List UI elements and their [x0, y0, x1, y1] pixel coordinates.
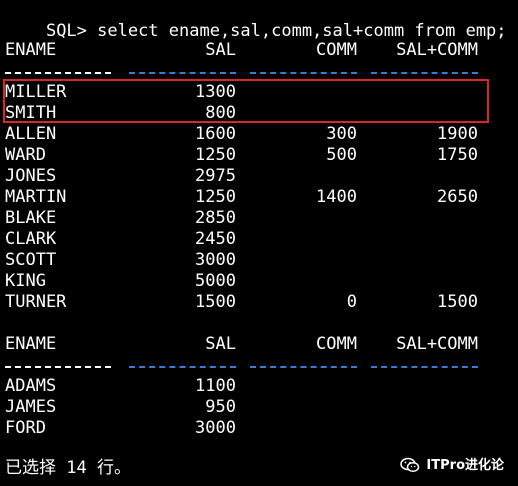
cell-sal-plus-comm: 1500 — [437, 292, 478, 312]
cell-sal-plus-comm: 1900 — [437, 124, 478, 144]
cell-sal: 1250 — [195, 145, 236, 165]
cell-ename: JONES — [5, 166, 57, 186]
separator-dashes — [129, 366, 236, 368]
rows-selected-status: 已选择 14 行。 — [5, 458, 131, 478]
highlight-box — [3, 79, 489, 123]
cell-sal: 3000 — [195, 418, 236, 438]
header-ename: ENAME — [5, 40, 57, 60]
cell-comm: 300 — [326, 124, 357, 144]
header-sal: SAL — [205, 334, 236, 354]
cell-sal: 1500 — [195, 292, 236, 312]
cell-ename: JAMES — [5, 397, 57, 417]
header-sal: SAL — [205, 40, 236, 60]
separator-dashes — [250, 366, 357, 368]
header-sal-plus-comm: SAL+COMM — [396, 40, 478, 60]
cell-sal: 1100 — [195, 376, 236, 396]
cell-sal: 1250 — [195, 187, 236, 207]
separator-dashes — [5, 72, 111, 74]
terminal-window[interactable]: SQL> select ename,sal,comm,sal+comm from… — [0, 0, 518, 486]
cell-sal: 2850 — [195, 208, 236, 228]
cell-ename: BLAKE — [5, 208, 57, 228]
cell-sal: 5000 — [195, 271, 236, 291]
wechat-icon — [400, 457, 420, 473]
cell-sal-plus-comm: 1750 — [437, 145, 478, 165]
header-comm: COMM — [316, 334, 357, 354]
cell-ename: ALLEN — [5, 124, 57, 144]
separator-dashes — [5, 366, 111, 368]
cell-ename: MARTIN — [5, 187, 67, 207]
separator-dashes — [250, 72, 357, 74]
separator-dashes — [371, 366, 478, 368]
cell-ename: FORD — [5, 418, 46, 438]
cell-sal: 950 — [205, 397, 236, 417]
header-sal-plus-comm: SAL+COMM — [396, 334, 478, 354]
header-ename: ENAME — [5, 334, 57, 354]
cell-ename: ADAMS — [5, 376, 57, 396]
cell-comm: 0 — [346, 292, 357, 312]
cell-sal: 1600 — [195, 124, 236, 144]
cell-comm: 500 — [326, 145, 357, 165]
watermark: ITPro进化论 — [400, 454, 504, 476]
separator-dashes — [129, 72, 236, 74]
cell-sal-plus-comm: 2650 — [437, 187, 478, 207]
cell-ename: SCOTT — [5, 250, 57, 270]
sql-command-line: SQL> select ename,sal,comm,sal+comm from… — [5, 0, 507, 41]
cell-ename: KING — [5, 271, 46, 291]
separator-dashes — [371, 72, 478, 74]
cell-ename: TURNER — [5, 292, 67, 312]
cell-ename: CLARK — [5, 229, 57, 249]
cell-sal: 2450 — [195, 229, 236, 249]
watermark-text: ITPro进化论 — [426, 457, 504, 473]
cell-sal: 3000 — [195, 250, 236, 270]
cell-comm: 1400 — [316, 187, 357, 207]
cell-ename: WARD — [5, 145, 46, 165]
header-comm: COMM — [316, 40, 357, 60]
sql-command-text: SQL> select ename,sal,comm,sal+comm from… — [45, 21, 507, 41]
cell-sal: 2975 — [195, 166, 236, 186]
